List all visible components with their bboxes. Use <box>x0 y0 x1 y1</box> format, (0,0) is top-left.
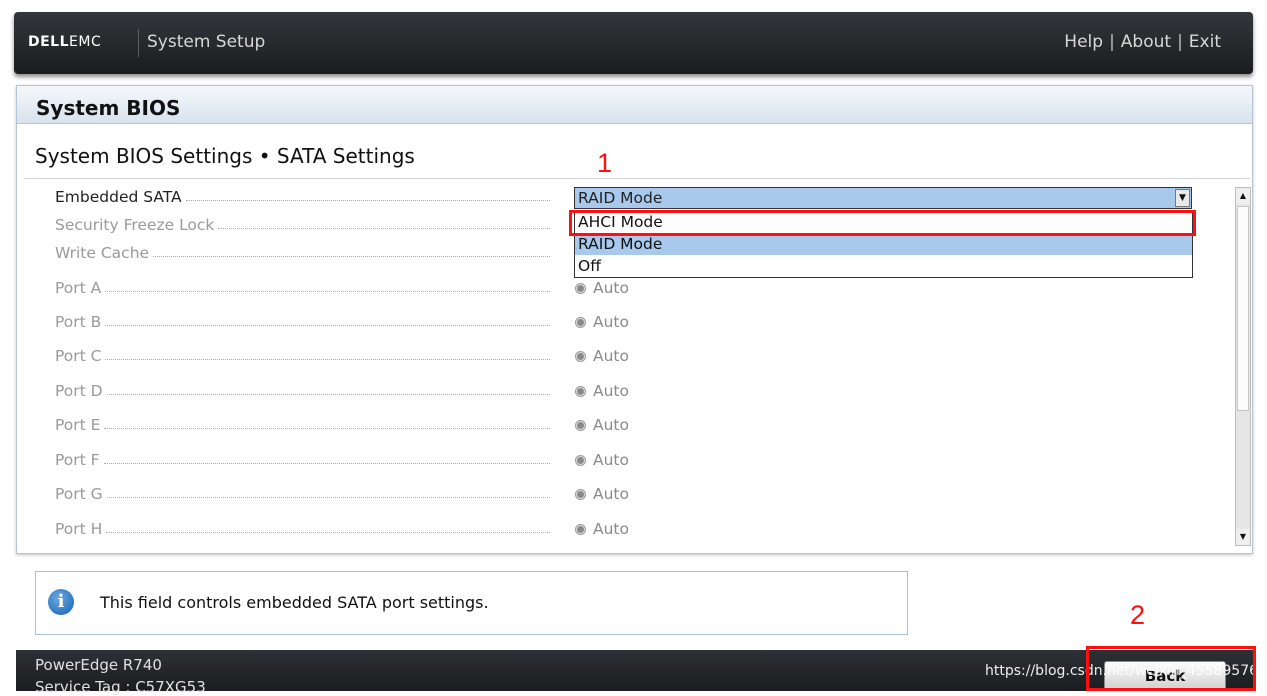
value-text: Auto <box>593 347 629 365</box>
top-links: Help | About | Exit <box>1064 32 1221 52</box>
help-info-box: i This field controls embedded SATA port… <box>35 571 908 635</box>
setting-label: Port G <box>55 485 103 503</box>
panel-title: System BIOS <box>17 86 1252 124</box>
dot-leader <box>105 290 550 292</box>
setting-label: Port H <box>55 520 103 538</box>
scroll-thumb[interactable] <box>1237 206 1249 411</box>
value-text: Auto <box>593 520 629 538</box>
setting-port-e: Port E <box>55 414 550 436</box>
dot-leader <box>106 531 550 533</box>
radio-icon <box>575 523 586 535</box>
dropdown-selected-value: RAID Mode <box>578 189 663 207</box>
port-a-value: Auto <box>575 277 629 299</box>
setting-embedded-sata[interactable]: Embedded SATA <box>55 186 550 208</box>
setting-port-f: Port F <box>55 449 550 471</box>
radio-icon <box>575 316 586 328</box>
dot-leader <box>185 199 550 201</box>
link-separator: | <box>1177 32 1183 52</box>
dot-leader <box>104 427 550 429</box>
setting-label: Embedded SATA <box>55 188 182 206</box>
dot-leader <box>105 324 550 326</box>
port-g-value: Auto <box>575 483 629 505</box>
value-text: Auto <box>593 382 629 400</box>
help-link[interactable]: Help <box>1064 32 1103 52</box>
annotation-number-2: 2 <box>1130 600 1146 630</box>
setting-label: Port F <box>55 451 100 469</box>
setting-label: Write Cache <box>55 244 150 262</box>
setting-label: Port D <box>55 382 103 400</box>
port-b-value: Auto <box>575 311 629 333</box>
dot-leader <box>153 255 550 257</box>
value-text: Auto <box>593 279 629 297</box>
about-link[interactable]: About <box>1121 32 1171 52</box>
setting-write-cache: Write Cache <box>55 242 550 264</box>
scroll-down-icon[interactable]: ▼ <box>1236 529 1250 545</box>
settings-panel: System BIOS System BIOS Settings • SATA … <box>16 85 1253 554</box>
port-h-value: Auto <box>575 518 629 540</box>
logo-separator <box>138 29 139 57</box>
embedded-sata-dropdown[interactable]: RAID Mode ▼ <box>574 187 1192 209</box>
dot-leader <box>106 393 550 395</box>
divider <box>24 178 1250 179</box>
radio-icon <box>575 454 586 466</box>
setting-port-a: Port A <box>55 277 550 299</box>
logo-dell: DELL <box>28 34 70 50</box>
port-c-value: Auto <box>575 345 629 367</box>
radio-icon <box>575 419 586 431</box>
dot-leader <box>103 462 550 464</box>
annotation-number-1: 1 <box>597 148 613 178</box>
dot-leader <box>218 227 550 229</box>
setting-label: Port B <box>55 313 102 331</box>
value-text: Auto <box>593 313 629 331</box>
dot-leader <box>105 358 550 360</box>
setting-label: Port C <box>55 347 102 365</box>
info-icon: i <box>48 589 74 615</box>
port-e-value: Auto <box>575 414 629 436</box>
annotation-box-2 <box>1086 646 1256 691</box>
logo-emc: EMC <box>69 34 102 50</box>
service-tag: Service Tag : C57XG53 <box>35 678 206 696</box>
setting-port-g: Port G <box>55 483 550 505</box>
value-text: Auto <box>593 451 629 469</box>
setting-label: Security Freeze Lock <box>55 216 215 234</box>
radio-icon <box>575 282 586 294</box>
radio-icon <box>575 488 586 500</box>
app-title: System Setup <box>147 32 266 52</box>
system-model: PowerEdge R740 <box>35 656 162 674</box>
breadcrumb: System BIOS Settings • SATA Settings <box>35 144 415 168</box>
setting-label: Port A <box>55 279 102 297</box>
setting-port-d: Port D <box>55 380 550 402</box>
port-d-value: Auto <box>575 380 629 402</box>
value-text: Auto <box>593 416 629 434</box>
setting-port-c: Port C <box>55 345 550 367</box>
help-text: This field controls embedded SATA port s… <box>100 593 489 612</box>
setting-port-h: Port H <box>55 518 550 540</box>
dell-emc-logo: DELLEMC <box>28 34 101 50</box>
port-f-value: Auto <box>575 449 629 471</box>
radio-icon <box>575 350 586 362</box>
annotation-box-1 <box>569 210 1196 236</box>
radio-icon <box>575 385 586 397</box>
value-text: Auto <box>593 485 629 503</box>
scroll-up-icon[interactable]: ▲ <box>1236 188 1250 204</box>
setting-security-freeze-lock: Security Freeze Lock <box>55 214 550 236</box>
option-off[interactable]: Off <box>575 255 1192 277</box>
setting-port-b: Port B <box>55 311 550 333</box>
link-separator: | <box>1109 32 1115 52</box>
chevron-down-icon[interactable]: ▼ <box>1175 189 1190 207</box>
dot-leader <box>106 496 550 498</box>
setting-label: Port E <box>55 416 101 434</box>
top-bar: DELLEMC System Setup Help | About | Exit <box>14 12 1253 74</box>
vertical-scrollbar[interactable]: ▲ ▼ <box>1235 187 1251 546</box>
option-raid-mode[interactable]: RAID Mode <box>575 233 1192 255</box>
exit-link[interactable]: Exit <box>1189 32 1221 52</box>
